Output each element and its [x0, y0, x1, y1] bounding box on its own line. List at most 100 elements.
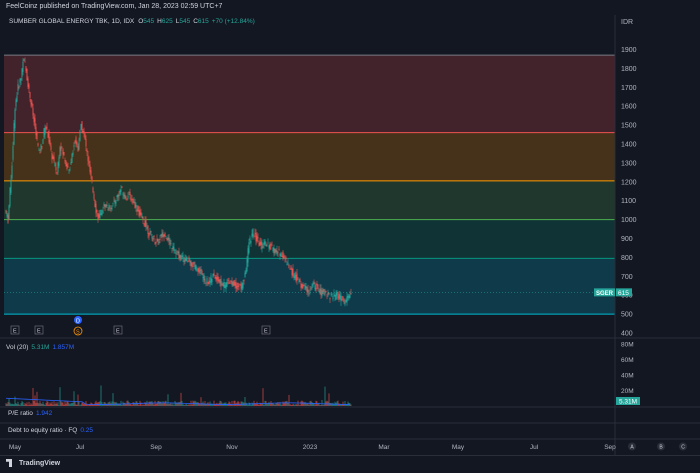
candle-body [221, 284, 223, 285]
volume-bar [61, 402, 63, 406]
candle-body [93, 193, 95, 200]
candle-body [202, 276, 204, 278]
volume-bar [156, 402, 158, 406]
volume-bar [275, 403, 277, 406]
volume-bar [268, 401, 270, 406]
candle-body [10, 179, 12, 193]
candle-body [300, 283, 302, 288]
volume-bar [191, 404, 193, 406]
tradingview-logo[interactable]: TradingView [6, 459, 60, 467]
volume-bar [17, 401, 19, 406]
volume-bar [299, 405, 301, 406]
candle-body [214, 276, 216, 279]
candle-body [315, 287, 317, 291]
volume-bar [240, 401, 242, 406]
candle-body [25, 66, 27, 72]
volume-bar [232, 404, 234, 406]
candle-body [198, 267, 200, 273]
volume-bar [79, 405, 81, 406]
x-tick-label: 2023 [303, 444, 318, 451]
candle-body [7, 215, 9, 223]
candle-body [247, 248, 249, 263]
candle-body [186, 257, 188, 262]
candle-body [225, 282, 227, 290]
candle-body [174, 250, 176, 251]
candle-body [231, 280, 233, 285]
candle-body [241, 282, 243, 291]
candle-body [342, 296, 344, 299]
candle-body [69, 168, 71, 170]
candle-body [17, 83, 19, 91]
volume-bar [9, 402, 11, 406]
volume-tick-label: 80M [621, 342, 634, 349]
volume-bar [120, 400, 122, 406]
volume-bar [6, 403, 8, 406]
legend-symbol: SUMBER GLOBAL ENERGY TBK, 1D, IDX [9, 18, 135, 25]
fib-zones [0, 15, 700, 455]
volume-bar [337, 400, 339, 406]
fib-zone [4, 258, 615, 315]
volume-bar [148, 401, 150, 406]
volume-bar [77, 394, 79, 406]
y-tick-label: 900 [621, 236, 633, 243]
indicator-label: Debt to equity ratio · FQ [8, 427, 77, 434]
volume-bar [171, 404, 173, 406]
volume-bar [80, 404, 82, 406]
volume-bar [51, 401, 53, 406]
volume-bar [31, 404, 33, 406]
fib-zone [4, 55, 615, 133]
candle-body [201, 271, 203, 275]
volume-bar [314, 404, 316, 406]
candle-body [180, 255, 182, 261]
candle-body [140, 212, 142, 216]
price-chart[interactable]: IDR5006007008009001000110012001300140015… [0, 15, 700, 455]
candle-body [290, 265, 292, 270]
candle-body [129, 192, 131, 196]
volume-bar [164, 401, 166, 406]
candle-body [38, 149, 40, 151]
volume-bar [52, 404, 54, 406]
volume-bar [85, 401, 87, 406]
candle-body [145, 219, 147, 227]
candle-body [248, 242, 250, 254]
volume-bar [280, 404, 282, 406]
candle-body [168, 237, 170, 241]
candle-body [182, 255, 184, 258]
volume-bar [44, 405, 46, 406]
candle-body [345, 300, 347, 303]
candle-body [219, 279, 221, 284]
candle-body [76, 142, 78, 145]
volume-bar [73, 391, 75, 406]
candle-body [68, 170, 70, 172]
candle-body [108, 204, 110, 210]
volume-bar [71, 403, 73, 406]
candle-body [34, 118, 36, 128]
candle-body [260, 241, 262, 245]
candle-body [127, 195, 129, 199]
candle-body [171, 248, 173, 249]
volume-bar [16, 403, 18, 406]
candle-body [310, 287, 312, 289]
candle-body [103, 204, 105, 206]
volume-bar [212, 404, 214, 406]
candle-body [338, 293, 340, 300]
candle-body [85, 138, 87, 147]
candle-body [73, 145, 75, 147]
volume-bar [161, 403, 163, 406]
candle-body [274, 248, 276, 253]
volume-bar [180, 392, 182, 406]
volume-bar [173, 405, 175, 406]
candle-body [83, 130, 85, 133]
volume-bar [231, 400, 233, 406]
volume-tag-label: 5.31M [619, 399, 637, 406]
volume-bar [288, 394, 290, 406]
volume-bar [27, 405, 29, 406]
volume-bar [188, 404, 190, 406]
candle-body [301, 283, 303, 288]
volume-bar [319, 405, 321, 406]
volume-bar [99, 401, 101, 406]
candle-body [47, 132, 49, 138]
volume-bar [251, 402, 253, 406]
candle-body [257, 237, 259, 239]
volume-bar [213, 400, 215, 406]
